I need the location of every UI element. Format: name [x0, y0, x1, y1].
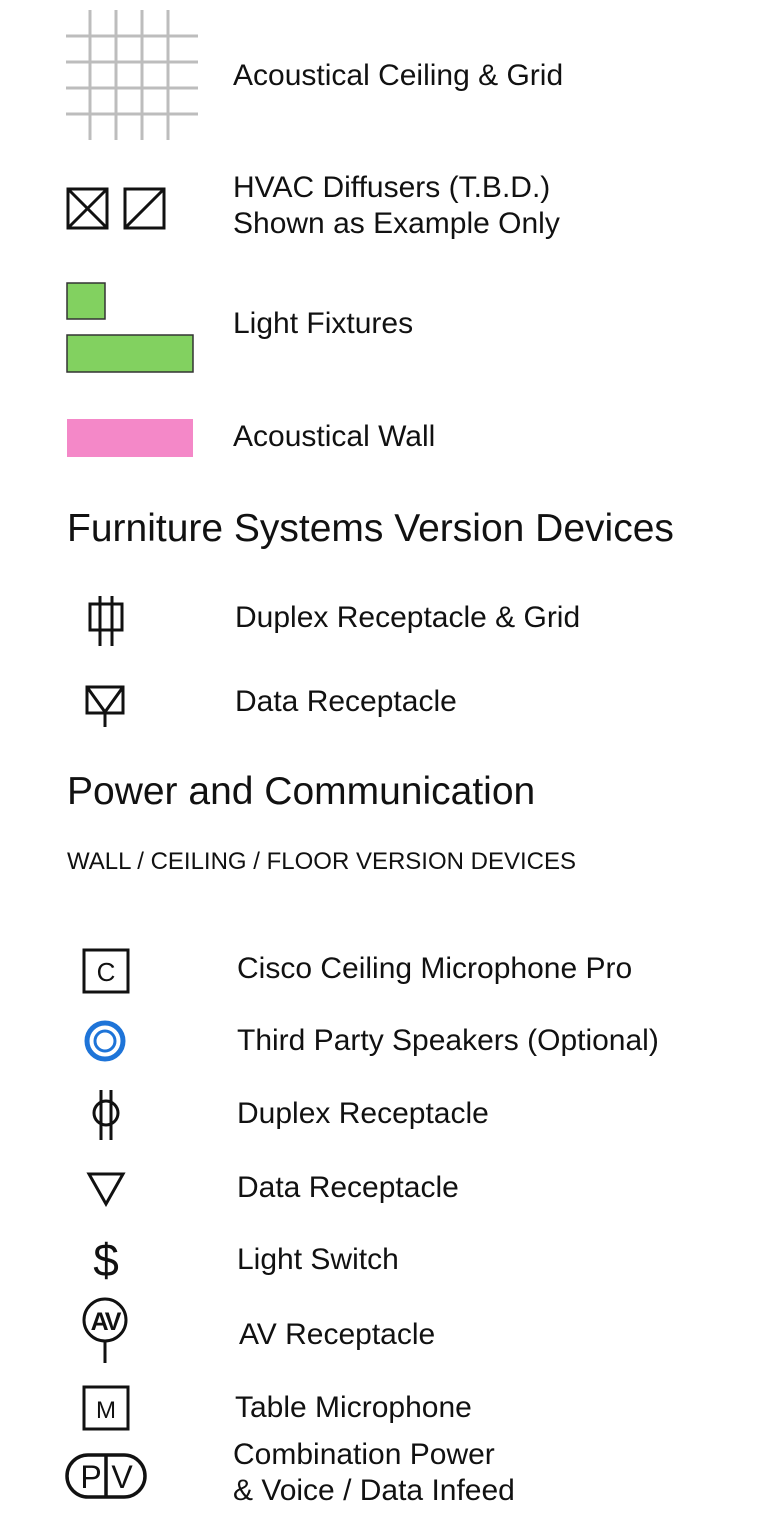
- speaker-label: Third Party Speakers (Optional): [237, 1024, 659, 1057]
- infeed-power-glyph: P: [80, 1459, 101, 1495]
- hvac-diffuser-crossed-icon: [66, 187, 109, 230]
- hvac-diffusers-label: HVAC Diffusers (T.B.D.) Shown as Example…: [233, 170, 560, 242]
- hvac-label-line2: Shown as Example Only: [233, 207, 560, 240]
- light-switch-label: Light Switch: [237, 1243, 399, 1276]
- acoustical-wall-label: Acoustical Wall: [233, 420, 436, 453]
- data-receptacle-label: Data Receptacle: [237, 1171, 459, 1204]
- infeed-voice-glyph: V: [111, 1459, 133, 1495]
- data-receptacle-stem-icon: [85, 685, 125, 727]
- av-receptacle-icon: AV: [82, 1297, 128, 1363]
- light-switch-glyph: $: [93, 1234, 119, 1286]
- data-receptacle-furniture-label: Data Receptacle: [235, 685, 457, 718]
- light-fixtures-icon: [66, 282, 194, 373]
- combination-infeed-line1: Combination Power: [233, 1438, 495, 1471]
- light-fixtures-label: Light Fixtures: [233, 307, 414, 340]
- duplex-receptacle-icon: [92, 1090, 120, 1140]
- speaker-icon: [84, 1020, 126, 1062]
- ceiling-microphone-icon: C: [82, 948, 130, 994]
- acoustical-wall-swatch: [67, 419, 193, 457]
- data-receptacle-icon: [86, 1172, 126, 1207]
- ceiling-microphone-label: Cisco Ceiling Microphone Pro: [237, 952, 633, 985]
- hvac-label-line1: HVAC Diffusers (T.B.D.): [233, 171, 551, 204]
- furniture-section-heading: Furniture Systems Version Devices: [67, 507, 674, 550]
- table-microphone-icon: M: [82, 1385, 130, 1431]
- hvac-diffuser-slashed-icon: [123, 187, 166, 230]
- ceiling-grid-label: Acoustical Ceiling & Grid: [233, 59, 564, 92]
- av-receptacle-label: AV Receptacle: [239, 1318, 436, 1351]
- duplex-receptacle-label: Duplex Receptacle: [237, 1097, 489, 1130]
- table-microphone-glyph: M: [96, 1397, 116, 1424]
- combination-infeed-line2: & Voice / Data Infeed: [233, 1474, 515, 1507]
- ceiling-microphone-glyph: C: [97, 957, 116, 987]
- power-section-subheading: WALL / CEILING / FLOOR VERSION DEVICES: [67, 848, 577, 875]
- light-switch-icon: $: [93, 1234, 119, 1286]
- power-section-heading: Power and Communication: [67, 770, 536, 813]
- table-microphone-label: Table Microphone: [235, 1391, 472, 1424]
- duplex-receptacle-grid-icon: [88, 596, 124, 646]
- duplex-receptacle-grid-label: Duplex Receptacle & Grid: [235, 601, 581, 634]
- combination-infeed-label: Combination Power & Voice / Data Infeed: [233, 1437, 515, 1509]
- ceiling-grid-icon: [66, 10, 198, 140]
- combination-infeed-icon: P V: [65, 1453, 147, 1499]
- av-receptacle-glyph: AV: [91, 1308, 122, 1336]
